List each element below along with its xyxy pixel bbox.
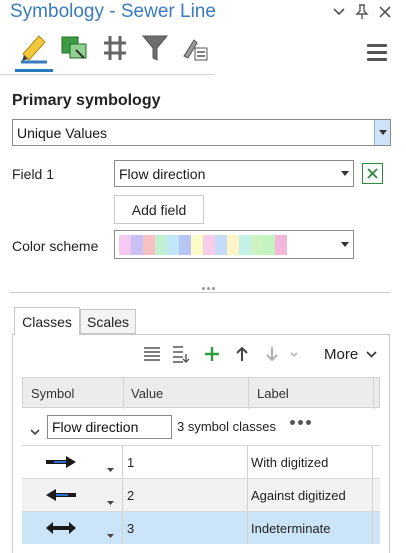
color-swatch <box>215 234 227 255</box>
collapse-group-icon[interactable] <box>30 423 40 441</box>
table-row[interactable]: 2 Against digitized <box>22 478 380 511</box>
add-field-button[interactable]: Add field <box>114 195 204 224</box>
field1-dropdown[interactable]: Flow direction <box>114 160 354 187</box>
tab-scales[interactable]: Scales <box>80 309 136 334</box>
column-value[interactable]: Value <box>131 378 163 409</box>
renderer-dropdown[interactable]: Unique Values <box>12 119 391 146</box>
arrow-left-line-icon[interactable] <box>44 479 78 511</box>
expression-builder-icon[interactable] <box>362 163 383 184</box>
table-row[interactable]: 1 With digitized <box>22 445 380 478</box>
move-up-icon[interactable] <box>231 343 253 365</box>
field1-value: Flow direction <box>119 165 206 182</box>
color-swatch <box>263 234 275 255</box>
tab-classes[interactable]: Classes <box>14 307 80 335</box>
primary-symbology-heading: Primary symbology <box>12 92 161 109</box>
chevron-down-icon[interactable] <box>107 525 114 543</box>
advanced-symbology-icon[interactable] <box>178 28 212 68</box>
color-swatch <box>275 234 287 255</box>
primary-symbology-icon[interactable] <box>17 28 51 68</box>
more-options-icon[interactable] <box>290 420 311 425</box>
classes-table-header: Symbol Value Label <box>22 377 380 409</box>
color-scheme-label: Color scheme <box>12 238 99 254</box>
color-swatch <box>239 234 251 255</box>
add-all-values-icon[interactable] <box>170 343 192 365</box>
field1-label: Field 1 <box>12 166 55 182</box>
close-icon[interactable] <box>375 2 395 22</box>
color-swatch <box>227 234 239 255</box>
row-value[interactable]: 2 <box>127 479 134 511</box>
group-count: 3 symbol classes <box>177 419 276 434</box>
color-swatch <box>251 234 263 255</box>
filter-icon[interactable] <box>138 28 172 68</box>
group-heading-row: Flow direction 3 symbol classes <box>22 409 380 445</box>
toolbar-divider <box>0 74 215 75</box>
list-view-icon[interactable] <box>141 343 163 365</box>
more-label: More <box>324 346 359 363</box>
color-swatch <box>167 234 179 255</box>
renderer-value: Unique Values <box>17 124 108 141</box>
double-arrow-line-icon[interactable] <box>44 512 78 544</box>
color-swatch <box>143 234 155 255</box>
table-row[interactable]: 3 Indeterminate <box>22 511 380 544</box>
color-swatch <box>203 234 215 255</box>
chevron-down-icon <box>366 351 377 358</box>
symbology-toolbar <box>0 28 406 76</box>
pane-titlebar: Symbology - Sewer Line <box>0 0 406 24</box>
color-swatch <box>131 234 143 255</box>
color-swatch <box>155 234 167 255</box>
color-ramp <box>119 234 287 255</box>
pin-icon[interactable] <box>352 2 372 22</box>
chevron-down-icon[interactable] <box>107 459 114 477</box>
column-label[interactable]: Label <box>257 378 289 409</box>
chevron-down-icon[interactable] <box>374 120 390 145</box>
row-label[interactable]: With digitized <box>251 446 328 478</box>
chevron-down-icon[interactable] <box>107 492 114 510</box>
more-menu[interactable]: More <box>324 346 377 363</box>
row-value[interactable]: 3 <box>127 512 134 544</box>
active-tool-indicator <box>15 69 53 72</box>
vary-symbology-icon[interactable] <box>57 28 91 68</box>
color-scheme-dropdown[interactable] <box>114 230 354 259</box>
chevron-down-icon[interactable] <box>337 231 353 258</box>
color-swatch <box>191 234 203 255</box>
row-value[interactable]: 1 <box>127 446 134 478</box>
symbol-layer-drawing-icon[interactable] <box>98 28 132 68</box>
splitter-line <box>10 292 390 293</box>
row-label[interactable]: Indeterminate <box>251 512 331 544</box>
add-class-icon[interactable] <box>201 343 223 365</box>
arrow-right-line-icon[interactable] <box>44 446 78 478</box>
move-down-icon[interactable] <box>261 343 283 365</box>
chevron-down-icon[interactable] <box>329 2 349 22</box>
row-label[interactable]: Against digitized <box>251 479 346 511</box>
chevron-down-icon[interactable] <box>337 161 353 186</box>
column-symbol[interactable]: Symbol <box>31 378 74 409</box>
color-swatch <box>119 234 131 255</box>
menu-icon[interactable] <box>367 44 387 62</box>
splitter-grip[interactable] <box>202 287 215 290</box>
group-field-name[interactable]: Flow direction <box>47 415 172 439</box>
pane-splitter[interactable] <box>10 287 390 293</box>
more-tools-chevron-icon[interactable] <box>287 343 301 365</box>
pane-title: Symbology - Sewer Line <box>10 1 216 22</box>
color-swatch <box>179 234 191 255</box>
